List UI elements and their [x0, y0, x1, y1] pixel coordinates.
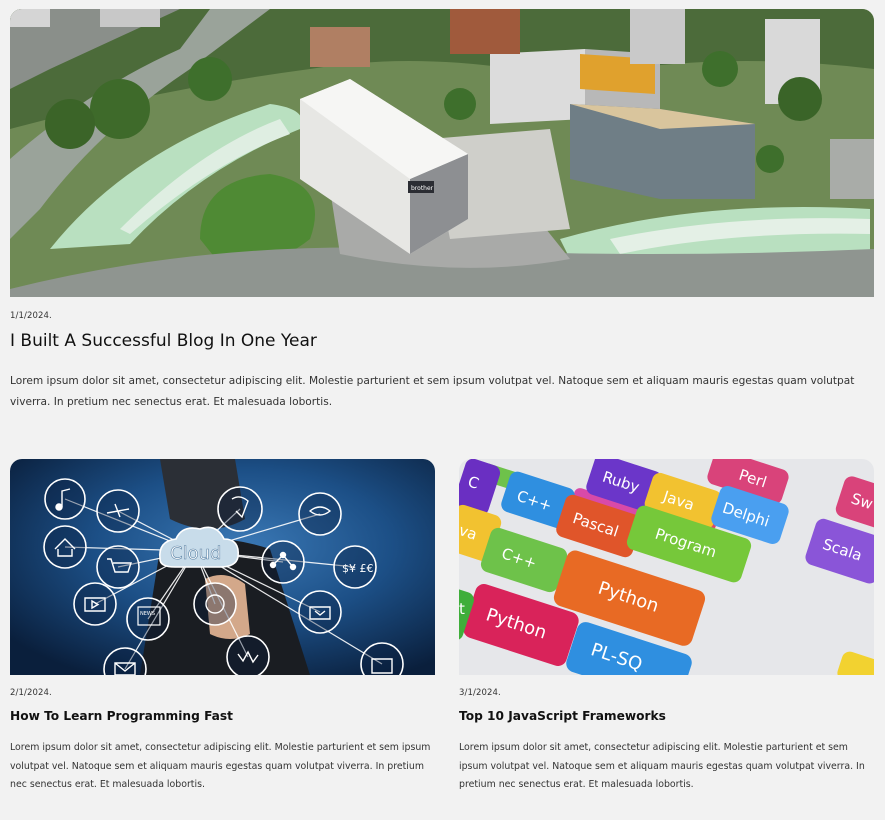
post-title[interactable]: How To Learn Programming Fast [10, 709, 233, 723]
svg-text:Cloud: Cloud [170, 543, 221, 564]
post-excerpt: Lorem ipsum dolor sit amet, consectetur … [459, 742, 865, 790]
post-card: C C++ Ruby Java Perl Pascal Delphi Sw va… [459, 459, 874, 790]
featured-post-title[interactable]: I Built A Successful Blog In One Year [10, 331, 317, 351]
featured-post: brother 1/1/2024. I Built A Successful B… [10, 9, 874, 408]
post-date: 1/1/2024. [10, 311, 52, 321]
post-image[interactable]: NEWS $¥ £€ Cloud [10, 459, 435, 675]
svg-text:NEWS: NEWS [140, 611, 155, 617]
post-excerpt: Lorem ipsum dolor sit amet, consectetur … [10, 742, 431, 790]
post-image[interactable]: C C++ Ruby Java Perl Pascal Delphi Sw va… [459, 459, 874, 675]
post-card: NEWS $¥ £€ Cloud 2/1/2024. How To Learn … [10, 459, 435, 790]
featured-post-image[interactable]: brother [10, 9, 874, 297]
svg-text:brother: brother [411, 185, 434, 192]
post-date: 3/1/2024. [459, 688, 501, 698]
featured-post-image-link[interactable]: brother [10, 9, 874, 297]
featured-post-excerpt: Lorem ipsum dolor sit amet, consectetur … [10, 375, 855, 408]
post-image-link[interactable]: C C++ Ruby Java Perl Pascal Delphi Sw va… [459, 459, 874, 675]
svg-text:t: t [459, 600, 465, 618]
post-date: 2/1/2024. [10, 688, 52, 698]
post-title[interactable]: Top 10 JavaScript Frameworks [459, 709, 666, 723]
post-image-link[interactable]: NEWS $¥ £€ Cloud [10, 459, 435, 675]
svg-text:$¥ £€: $¥ £€ [342, 562, 374, 575]
